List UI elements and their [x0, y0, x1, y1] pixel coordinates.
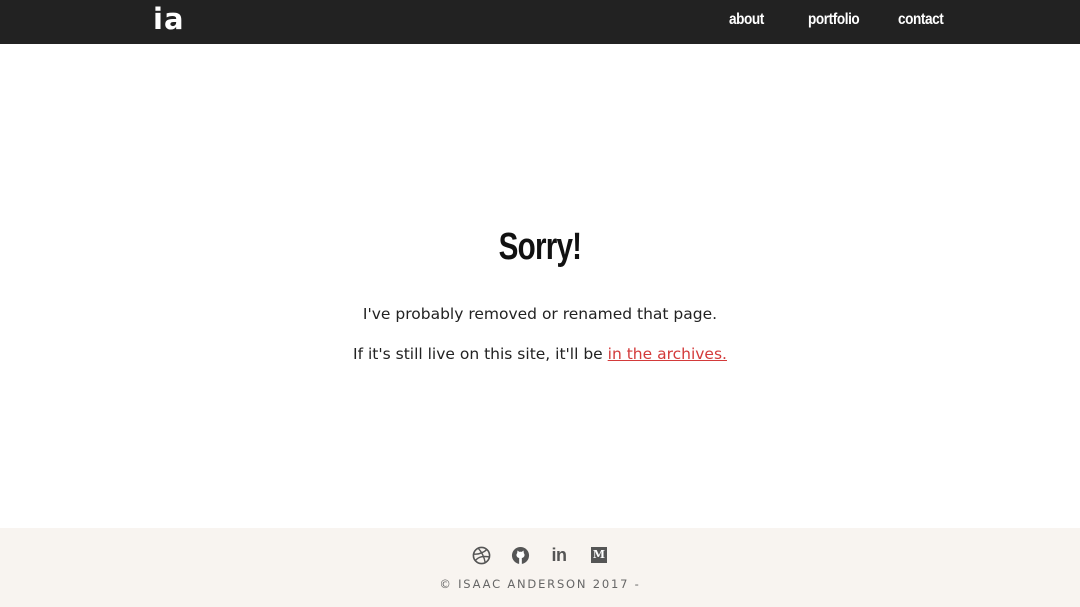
github-icon[interactable] — [509, 544, 531, 566]
copyright-text: © ISAAC ANDERSON 2017 - — [439, 577, 641, 591]
error-message-line-2: If it's still live on this site, it'll b… — [0, 345, 1080, 363]
dribbble-icon-graphic — [472, 546, 490, 564]
site-logo[interactable]: ia — [153, 2, 185, 36]
archives-link[interactable]: in the archives. — [608, 345, 727, 363]
page-title-text: Sorry! — [498, 226, 582, 268]
error-page-content: Sorry! I've probably removed or renamed … — [0, 44, 1080, 528]
nav-link-portfolio[interactable]: portfolio — [808, 11, 860, 29]
nav-link-about[interactable]: about — [729, 11, 764, 29]
github-icon-graphic — [511, 546, 529, 564]
error-message-line-1: I've probably removed or renamed that pa… — [362, 305, 718, 323]
top-nav-bar: ia about portfolio contact — [0, 0, 1080, 44]
site-footer: in M © ISAAC ANDERSON 2017 - — [0, 528, 1080, 607]
nav-link-contact[interactable]: contact — [898, 11, 944, 29]
error-message-prefix: If it's still live on this site, it'll b… — [353, 345, 608, 363]
medium-icon-text: M — [591, 547, 607, 563]
dribbble-icon[interactable] — [470, 544, 492, 566]
linkedin-icon[interactable]: in — [548, 544, 570, 566]
medium-icon[interactable]: M — [588, 544, 610, 566]
page-title: Sorry! — [0, 226, 1080, 269]
linkedin-icon-text: in — [551, 544, 568, 565]
